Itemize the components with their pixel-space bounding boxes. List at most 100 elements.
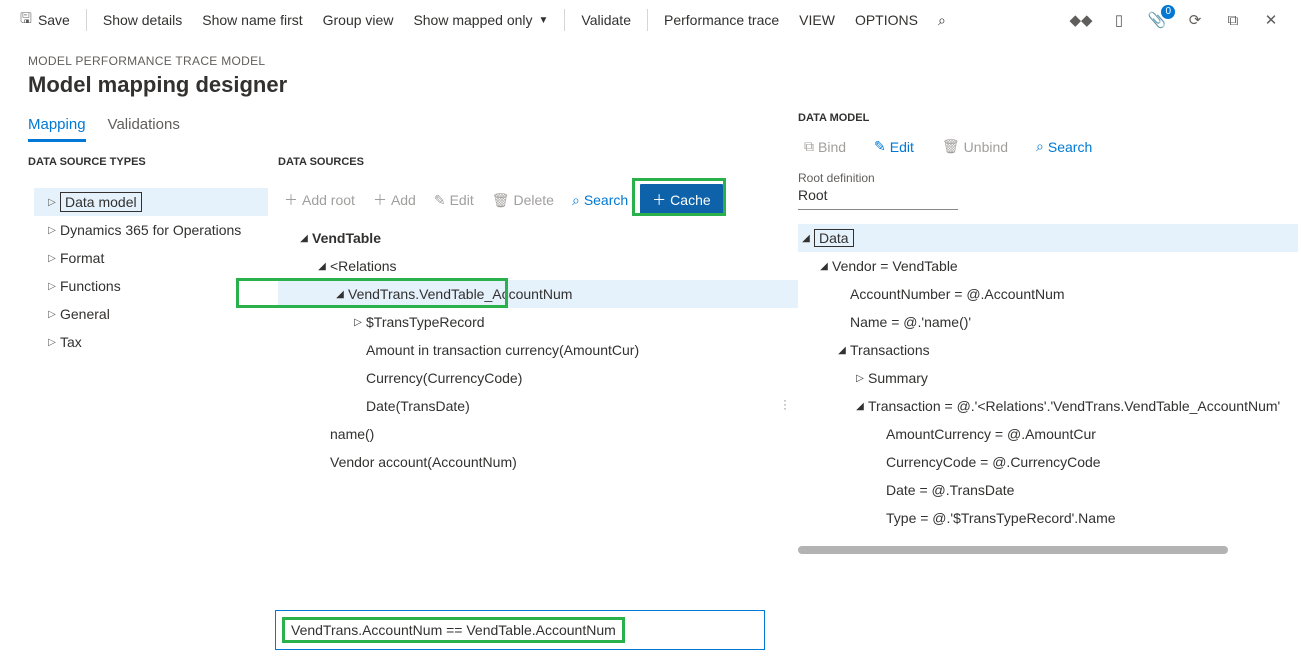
tab-mapping[interactable]: Mapping: [28, 116, 86, 142]
dm-node-currencycode[interactable]: CurrencyCode = @.CurrencyCode: [798, 448, 1298, 476]
add-button[interactable]: ＋ Add: [367, 186, 422, 214]
show-mapped-only-label: Show mapped only: [413, 12, 532, 28]
dm-node-accountnumber[interactable]: AccountNumber = @.AccountNum: [798, 280, 1298, 308]
ds-search-button[interactable]: ⌕ Search: [566, 188, 634, 213]
dm-node-transactions[interactable]: ◢ Transactions: [798, 336, 1298, 364]
splitter-handle[interactable]: ···: [783, 398, 787, 410]
delete-label: Delete: [514, 192, 554, 208]
toolbar-right: ◆◆ ▯ 📎 0 ⟳ ⧉ ✕: [1069, 8, 1291, 32]
dm-node-label: Data: [814, 229, 854, 247]
tab-validations[interactable]: Validations: [108, 116, 180, 142]
edit-button[interactable]: ✎ Edit: [428, 188, 480, 213]
cache-button[interactable]: ＋ Cache: [640, 184, 722, 216]
search-icon: ⌕: [938, 12, 946, 29]
data-sources-heading: DATA SOURCES: [278, 156, 798, 168]
dm-node-name[interactable]: Name = @.'name()': [798, 308, 1298, 336]
ds-node-relations[interactable]: ◢ <Relations: [278, 252, 798, 280]
chevron-right-icon: ▷: [44, 309, 60, 320]
dm-node-label: AmountCurrency = @.AmountCur: [886, 426, 1096, 442]
refresh-button[interactable]: ⟳: [1183, 8, 1207, 32]
ds-node-vendtable[interactable]: ◢ VendTable: [278, 224, 798, 252]
chevron-down-icon: ◢: [296, 233, 312, 244]
group-view-button[interactable]: Group view: [315, 6, 402, 34]
ds-node-label: Currency(CurrencyCode): [366, 370, 522, 386]
dm-node-label: Vendor = VendTable: [832, 258, 958, 274]
page-header: MODEL PERFORMANCE TRACE MODEL Model mapp…: [0, 40, 1301, 608]
data-model-heading: DATA MODEL: [798, 112, 1298, 124]
close-button[interactable]: ✕: [1259, 8, 1283, 32]
dst-label: Dynamics 365 for Operations: [60, 222, 241, 238]
link-icon: ⧉: [804, 138, 814, 155]
dst-item-general[interactable]: ▷ General: [34, 300, 268, 328]
bind-button[interactable]: ⧉ Bind: [798, 134, 852, 159]
pencil-icon: ✎: [874, 138, 886, 155]
dm-edit-button[interactable]: ✎ Edit: [868, 134, 920, 159]
expression-text: VendTrans.AccountNum == VendTable.Accoun…: [282, 617, 625, 643]
data-source-types-panel: DATA SOURCE TYPES ▷ Data model ▷ Dynamic…: [28, 156, 268, 598]
chevron-right-icon: ▷: [44, 281, 60, 292]
add-root-button[interactable]: ＋ Add root: [278, 186, 361, 214]
dst-label: General: [60, 306, 110, 322]
horizontal-scrollbar[interactable]: [798, 546, 1228, 554]
ds-node-label: Date(TransDate): [366, 398, 470, 414]
dst-item-format[interactable]: ▷ Format: [34, 244, 268, 272]
ds-node-amount[interactable]: Amount in transaction currency(AmountCur…: [278, 336, 798, 364]
chevron-down-icon: ◢: [834, 345, 850, 356]
performance-trace-button[interactable]: Performance trace: [656, 6, 787, 34]
breadcrumb: MODEL PERFORMANCE TRACE MODEL: [28, 54, 1281, 68]
chevron-down-icon: ◢: [852, 401, 868, 412]
dm-node-summary[interactable]: ▷ Summary: [798, 364, 1298, 392]
dst-label: Tax: [60, 334, 82, 350]
options-menu[interactable]: OPTIONS: [847, 6, 926, 34]
page-title: Model mapping designer: [28, 72, 1281, 98]
chevron-right-icon: ▷: [44, 253, 60, 264]
chevron-right-icon: ▷: [44, 197, 60, 208]
trash-icon: 🗑: [942, 138, 960, 155]
toolbar-search-button[interactable]: ⌕: [930, 6, 954, 34]
dm-node-vendor[interactable]: ◢ Vendor = VendTable: [798, 252, 1298, 280]
save-icon: 🖫: [20, 8, 32, 32]
chevron-down-icon: ◢: [332, 289, 348, 300]
view-menu[interactable]: VIEW: [791, 6, 843, 34]
ds-node-name[interactable]: name(): [278, 420, 798, 448]
show-name-first-button[interactable]: Show name first: [194, 6, 310, 34]
dm-node-date[interactable]: Date = @.TransDate: [798, 476, 1298, 504]
dm-node-label: Date = @.TransDate: [886, 482, 1014, 498]
chevron-right-icon: ▷: [350, 317, 366, 328]
dst-item-data-model[interactable]: ▷ Data model: [34, 188, 268, 216]
ds-node-vendor-account[interactable]: Vendor account(AccountNum): [278, 448, 798, 476]
validate-button[interactable]: Validate: [573, 6, 639, 34]
expression-bar[interactable]: VendTrans.AccountNum == VendTable.Accoun…: [275, 610, 765, 650]
show-details-button[interactable]: Show details: [95, 6, 190, 34]
dst-item-functions[interactable]: ▷ Functions: [34, 272, 268, 300]
popout-button[interactable]: ⧉: [1221, 8, 1245, 32]
office-icon[interactable]: ▯: [1107, 8, 1131, 32]
dst-item-d365fo[interactable]: ▷ Dynamics 365 for Operations: [34, 216, 268, 244]
edit-label: Edit: [450, 192, 474, 208]
plus-icon: ＋: [373, 190, 387, 210]
data-model-tree: ◢ Data ◢ Vendor = VendTable AccountNumbe…: [798, 224, 1298, 532]
dm-node-type[interactable]: Type = @.'$TransTypeRecord'.Name: [798, 504, 1298, 532]
dm-search-button[interactable]: ⌕ Search: [1030, 134, 1098, 159]
data-source-types-heading: DATA SOURCE TYPES: [28, 156, 268, 168]
dm-node-transaction[interactable]: ◢ Transaction = @.'<Relations'.'VendTran…: [798, 392, 1298, 420]
dm-node-data[interactable]: ◢ Data: [798, 224, 1298, 252]
separator: [564, 9, 565, 31]
delete-button[interactable]: 🗑 Delete: [486, 188, 560, 213]
ds-node-vendtrans-accountnum[interactable]: ◢ VendTrans.VendTable_AccountNum: [278, 280, 798, 308]
save-button[interactable]: 🖫 Save: [12, 6, 78, 34]
app-toolbar: 🖫 Save Show details Show name first Grou…: [0, 0, 1301, 40]
dst-item-tax[interactable]: ▷ Tax: [34, 328, 268, 356]
attachments-button[interactable]: 📎 0: [1145, 8, 1169, 32]
ds-node-currency[interactable]: Currency(CurrencyCode): [278, 364, 798, 392]
unbind-button[interactable]: 🗑 Unbind: [936, 134, 1014, 159]
show-mapped-only-button[interactable]: Show mapped only ▼: [405, 6, 556, 34]
dst-label: Format: [60, 250, 104, 266]
ds-node-date[interactable]: Date(TransDate): [278, 392, 798, 420]
search-label: Search: [584, 192, 628, 208]
root-definition-value[interactable]: Root: [798, 187, 958, 210]
pencil-icon: ✎: [434, 192, 446, 209]
dm-node-amountcurrency[interactable]: AmountCurrency = @.AmountCur: [798, 420, 1298, 448]
connect-icon[interactable]: ◆◆: [1069, 8, 1093, 32]
ds-node-transtype[interactable]: ▷ $TransTypeRecord: [278, 308, 798, 336]
